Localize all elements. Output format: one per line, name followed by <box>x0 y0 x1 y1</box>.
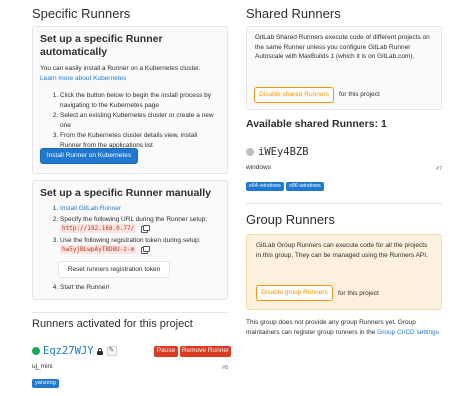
auto-steps-list: Click the button below to begin the inst… <box>40 91 220 150</box>
manual-step-3: Use the following registration token dur… <box>60 236 224 255</box>
copy-token-icon[interactable] <box>141 245 150 254</box>
activated-runners-title: Runners activated for this project <box>32 318 193 330</box>
group-runners-note: This group does not provide any group Ru… <box>246 318 442 337</box>
pause-runner-button[interactable]: Pause <box>154 346 178 357</box>
runner-tag: x86-windows <box>286 182 324 191</box>
shared-runners-desc: GitLab Shared Runners execute code of di… <box>255 34 430 60</box>
manual-step-2: Specify the following URL during the Run… <box>60 215 224 234</box>
shared-runner-id: iWEy4BZB <box>258 146 309 158</box>
runner-paused-status-icon <box>246 148 254 156</box>
activated-runner-description: uj_mini <box>32 363 53 370</box>
runner-online-status-icon <box>32 347 40 355</box>
runner-url: http://192.168.0.77/ <box>60 224 137 233</box>
group-runners-title: Group Runners <box>246 212 335 227</box>
install-runner-kubernetes-button[interactable]: Install Runner on Kubernetes <box>40 148 138 164</box>
activated-runner-row: Eqz27WJY ✎ <box>32 344 117 358</box>
manual-step-1: Install GitLab Runner <box>60 204 224 214</box>
manual-steps: Install GitLab Runner Specify the follow… <box>40 204 224 256</box>
reset-token-button[interactable]: Reset runners registration token <box>58 261 170 278</box>
shared-runners-title: Shared Runners <box>246 6 341 21</box>
shared-for-project: for this project <box>339 91 380 98</box>
auto-step: Click the button below to begin the inst… <box>60 91 220 110</box>
manual-step-4: Start the Runner! <box>60 283 224 293</box>
divider <box>32 312 228 313</box>
lock-icon <box>96 347 103 355</box>
group-runners-desc: GitLab Group Runners can execute code fo… <box>256 242 428 259</box>
activated-runner-number: #8 <box>222 365 229 371</box>
group-cicd-settings-link[interactable]: Group CI/CD settings <box>377 329 439 336</box>
registration-token: hw5yjBLwpAyT8D8U-z-m <box>60 245 137 254</box>
remove-runner-button[interactable]: Remove Runner <box>180 346 231 357</box>
manual-setup-heading: Set up a specific Runner manually <box>40 187 211 199</box>
shared-runner-description: windows <box>246 164 271 171</box>
activated-runner-id[interactable]: Eqz27WJY <box>43 345 94 357</box>
runner-tag: x64-windows <box>246 182 284 191</box>
manual-step-2-text: Specify the following URL during the Run… <box>60 215 208 223</box>
shared-runner-number: #7 <box>436 166 443 172</box>
edit-runner-icon[interactable]: ✎ <box>106 346 117 356</box>
runner-tag: yanzeng <box>32 379 59 388</box>
copy-url-icon[interactable] <box>141 224 150 233</box>
group-for-project: for this project <box>338 290 379 297</box>
manual-step-4-wrap: Start the Runner! <box>40 283 224 294</box>
install-gitlab-runner-link[interactable]: Install GitLab Runner <box>60 205 121 212</box>
disable-shared-runners-button[interactable]: Disable shared Runners <box>254 87 334 103</box>
manual-step-3-text: Use the following registration token dur… <box>60 236 201 244</box>
divider <box>246 203 442 204</box>
auto-setup-desc: You can easily install a Runner on a Kub… <box>40 65 201 72</box>
shared-runner-row: iWEy4BZB <box>246 145 309 159</box>
available-shared-runners-title: Available shared Runners: 1 <box>246 118 387 130</box>
disable-group-runners-button[interactable]: Disable group Runners <box>256 285 333 301</box>
specific-runners-title: Specific Runners <box>32 6 131 21</box>
learn-more-kubernetes-link[interactable]: Learn more about Kubernetes <box>40 74 220 84</box>
auto-setup-heading: Set up a specific Runner automatically <box>40 33 163 58</box>
auto-step: Select an existing Kubernetes cluster or… <box>60 111 220 130</box>
